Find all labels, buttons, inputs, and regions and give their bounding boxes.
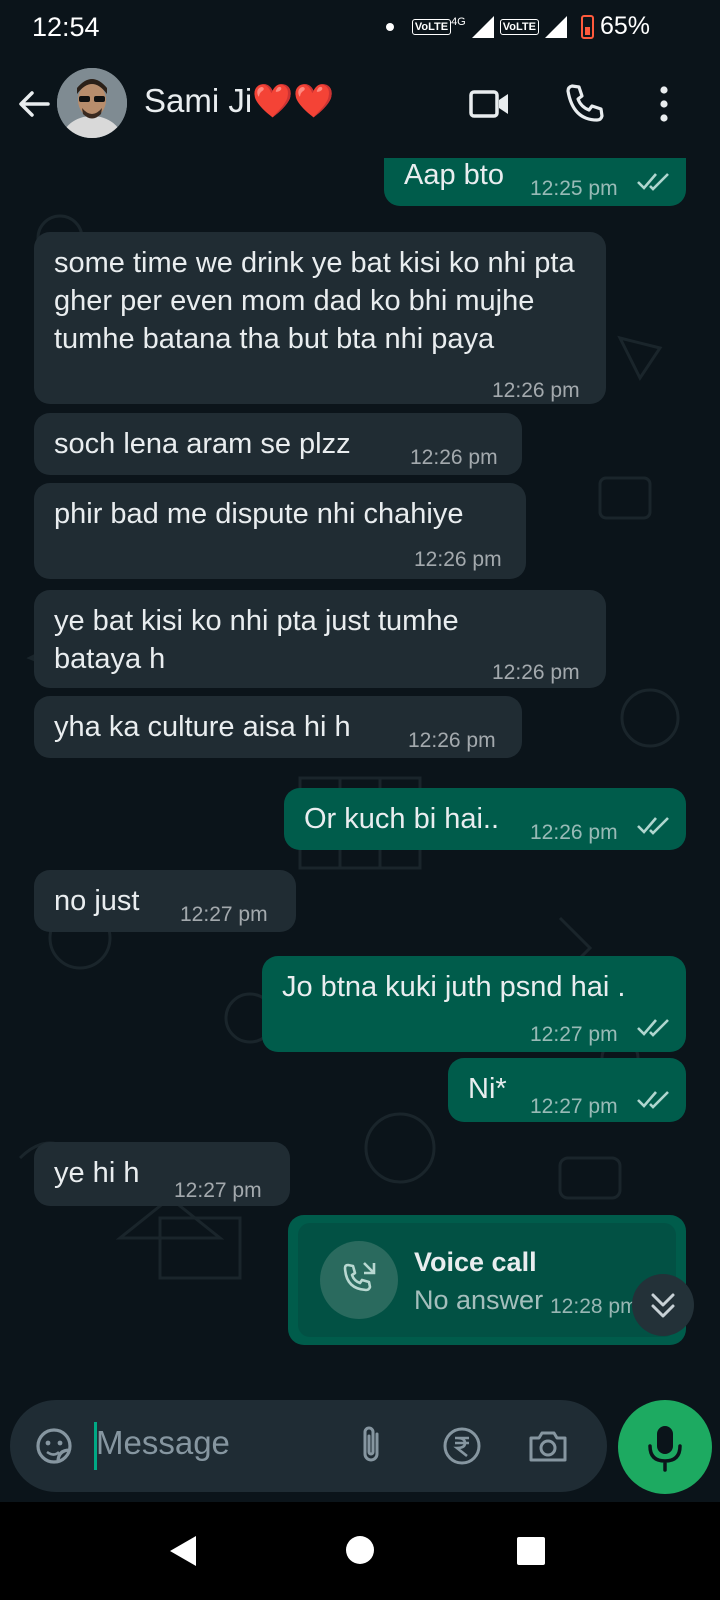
status-time: 12:54 xyxy=(32,12,100,42)
sticker-icon[interactable] xyxy=(32,1424,76,1468)
rupee-payment-icon[interactable] xyxy=(440,1424,484,1468)
message-composer[interactable]: Message xyxy=(10,1400,607,1492)
nav-back-icon[interactable] xyxy=(166,1534,200,1568)
message-incoming[interactable]: some time we drink ye bat kisi ko nhi pt… xyxy=(34,232,606,404)
message-incoming[interactable]: ye hi h 12:27 pm xyxy=(34,1142,290,1206)
message-time: 12:25 pm xyxy=(530,177,618,200)
back-arrow-icon[interactable] xyxy=(14,84,54,124)
signal-icon xyxy=(471,15,494,38)
read-ticks-icon xyxy=(637,173,669,191)
message-time: 12:26 pm xyxy=(492,379,580,402)
message-text: some time we drink ye bat kisi ko nhi pt… xyxy=(54,247,575,355)
message-outgoing[interactable]: Aap bto 12:25 pm xyxy=(384,158,686,206)
chat-area[interactable]: Aap bto 12:25 pm some time we drink ye b… xyxy=(0,158,720,1398)
message-text: phir bad me dispute nhi chahiye xyxy=(54,498,464,530)
attach-icon[interactable] xyxy=(350,1424,394,1468)
message-time: 12:26 pm xyxy=(408,729,496,752)
read-ticks-icon xyxy=(637,817,669,835)
read-ticks-icon xyxy=(637,1091,669,1109)
missed-call-icon xyxy=(320,1241,398,1319)
call-title: Voice call xyxy=(414,1247,537,1277)
call-status: No answer xyxy=(414,1285,544,1315)
message-time: 12:27 pm xyxy=(530,1095,618,1118)
voice-call-card[interactable]: Voice call No answer 12:28 pm xyxy=(288,1215,686,1345)
message-outgoing[interactable]: Or kuch bi hai.. 12:26 pm xyxy=(284,788,686,850)
status-indicators: VoLTE 4G VoLTE 65% xyxy=(385,12,650,41)
message-incoming[interactable]: yha ka culture aisa hi h 12:26 pm xyxy=(34,696,522,758)
nav-recents-icon[interactable] xyxy=(516,1536,546,1566)
message-time: 12:26 pm xyxy=(530,821,618,844)
video-call-icon[interactable] xyxy=(468,82,512,126)
double-chevron-down-icon xyxy=(651,1293,675,1318)
signal-icon-2 xyxy=(544,15,567,38)
message-outgoing[interactable]: Ni* 12:27 pm xyxy=(448,1058,686,1122)
volte-badge-1: VoLTE xyxy=(411,18,452,35)
message-time: 12:26 pm xyxy=(492,661,580,684)
contact-avatar[interactable] xyxy=(57,68,127,138)
phone-icon[interactable] xyxy=(562,82,606,126)
voice-record-button[interactable] xyxy=(618,1400,712,1494)
chat-header: Sami Ji❤️❤️ xyxy=(0,54,720,158)
voice-call-inner: Voice call No answer 12:28 pm xyxy=(298,1223,676,1337)
notification-dot-icon xyxy=(385,22,394,31)
message-incoming[interactable]: phir bad me dispute nhi chahiye 12:26 pm xyxy=(34,483,526,579)
message-time: 12:27 pm xyxy=(174,1179,262,1202)
battery-icon xyxy=(580,14,594,39)
message-incoming[interactable]: soch lena aram se plzz 12:26 pm xyxy=(34,413,522,475)
message-text: Jo btna kuki juth psnd hai . xyxy=(282,971,626,1003)
nav-home-icon[interactable] xyxy=(344,1534,376,1566)
message-incoming[interactable]: no just 12:27 pm xyxy=(34,870,296,932)
read-ticks-icon xyxy=(637,1019,669,1037)
volte-badge-2: VoLTE xyxy=(499,18,539,35)
battery-percent: 65% xyxy=(599,12,650,40)
message-text: ye bat kisi ko nhi pta just tumhe bataya… xyxy=(54,605,459,675)
message-time: 12:26 pm xyxy=(410,446,498,469)
contact-name[interactable]: Sami Ji❤️❤️ xyxy=(144,82,334,121)
message-time: 12:26 pm xyxy=(414,548,502,571)
call-time: 12:28 pm xyxy=(550,1295,638,1318)
network-type: 4G xyxy=(451,15,466,28)
system-navigation-bar xyxy=(0,1502,720,1600)
message-time: 12:27 pm xyxy=(180,903,268,926)
message-time: 12:27 pm xyxy=(530,1023,618,1046)
more-vert-icon[interactable] xyxy=(642,82,686,126)
status-bar: 12:54 VoLTE 4G VoLTE 65% xyxy=(0,0,720,54)
message-outgoing[interactable]: Jo btna kuki juth psnd hai . 12:27 pm xyxy=(262,956,686,1052)
message-text: Aap bto xyxy=(404,159,504,191)
message-input[interactable]: Message xyxy=(96,1424,230,1462)
microphone-icon xyxy=(648,1426,682,1472)
message-incoming[interactable]: ye bat kisi ko nhi pta just tumhe bataya… xyxy=(34,590,606,688)
scroll-to-bottom-button[interactable] xyxy=(632,1274,694,1336)
camera-icon[interactable] xyxy=(526,1424,570,1468)
